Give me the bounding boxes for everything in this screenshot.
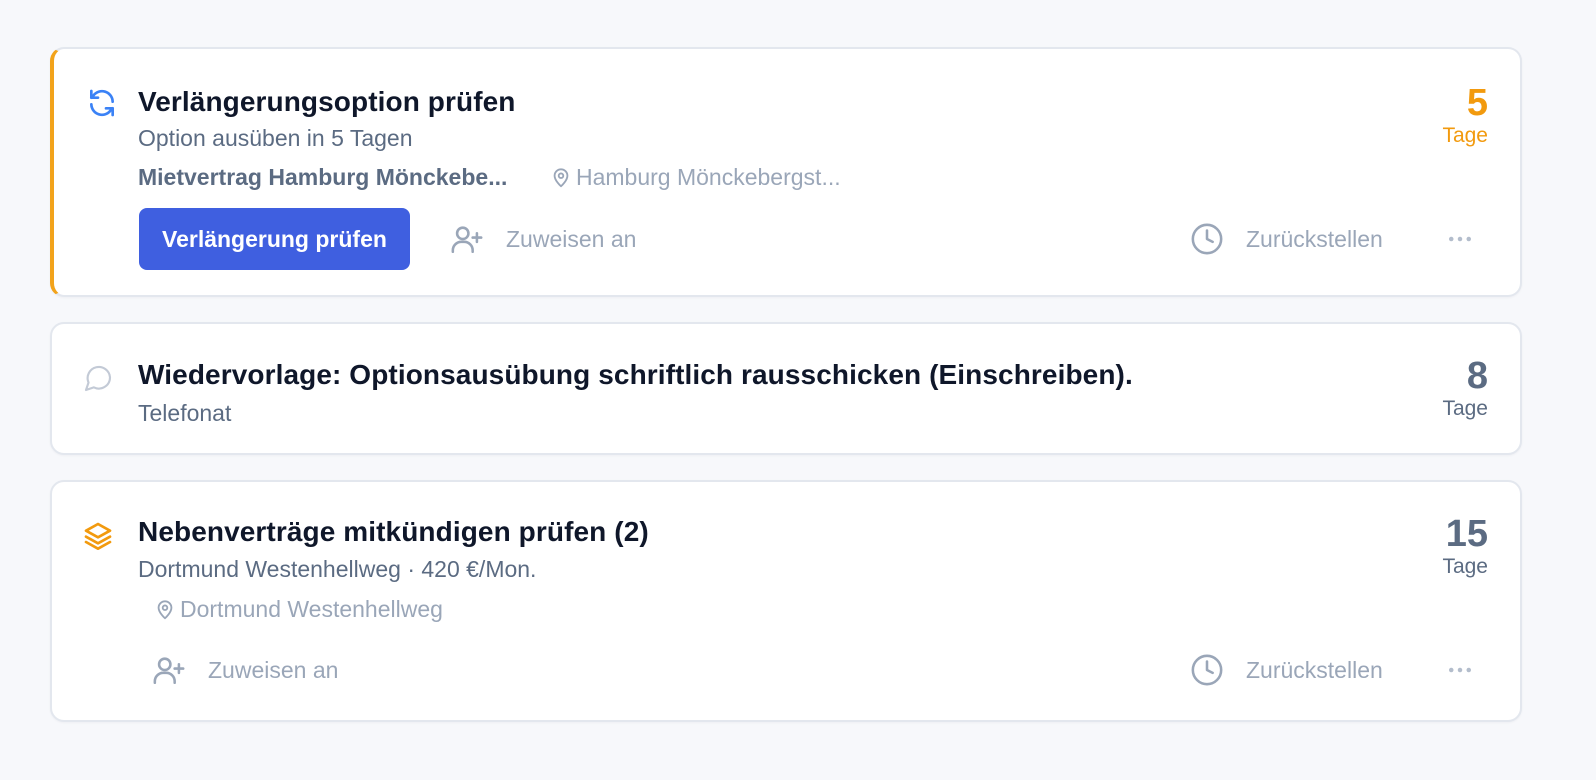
assign-button[interactable]: Zuweisen an <box>450 222 636 256</box>
task-subtitle: Option ausüben in 5 Tagen <box>138 125 413 151</box>
location-label: Hamburg Mönckebergst... <box>576 164 841 190</box>
location-label: Dortmund Westenhellweg <box>180 596 443 622</box>
more-horizontal-icon <box>1449 236 1471 242</box>
task-title[interactable]: Wiedervorlage: Optionsausübung schriftli… <box>138 359 1133 391</box>
days-count: 15 <box>1445 513 1488 555</box>
map-pin-icon <box>553 167 569 187</box>
snooze-button[interactable]: Zurückstellen <box>1190 653 1383 687</box>
check-renewal-button[interactable]: Verlängerung prüfen <box>139 208 410 270</box>
refresh-icon <box>86 87 118 119</box>
contract-link[interactable]: Mietvertrag Hamburg Mönckebe... <box>138 164 507 191</box>
user-plus-icon <box>153 657 185 685</box>
days-count: 5 <box>1466 82 1488 124</box>
more-horizontal-icon <box>1449 667 1471 673</box>
more-options-button[interactable] <box>1445 655 1475 685</box>
task-subtitle: Dortmund Westenhellweg · 420 €/Mon. <box>138 556 537 582</box>
days-remaining: 8 Tage <box>1442 356 1488 422</box>
chat-bubble-icon <box>82 362 114 394</box>
task-subtitle: Telefonat <box>138 400 232 426</box>
task-list: Verlängerungsoption prüfen Option ausübe… <box>50 47 1522 747</box>
days-unit: Tage <box>1442 397 1488 420</box>
task-card-follow-up[interactable]: Wiedervorlage: Optionsausübung schriftli… <box>50 322 1522 455</box>
map-pin-icon <box>157 599 173 619</box>
clock-icon <box>1191 654 1223 686</box>
layers-icon <box>82 520 114 552</box>
days-remaining: 15 Tage <box>1442 514 1488 580</box>
assign-label: Zuweisen an <box>208 656 339 683</box>
days-unit: Tage <box>1442 555 1488 578</box>
snooze-button[interactable]: Zurückstellen <box>1190 222 1383 256</box>
days-unit: Tage <box>1442 124 1488 147</box>
location-meta: Hamburg Mönckebergst... <box>550 164 841 191</box>
days-count: 8 <box>1466 355 1488 397</box>
task-card-side-contracts[interactable]: Nebenverträge mitkündigen prüfen (2) Dor… <box>50 480 1522 722</box>
task-title[interactable]: Nebenverträge mitkündigen prüfen (2) <box>138 516 649 548</box>
location-meta: Dortmund Westenhellweg <box>154 596 443 623</box>
clock-icon <box>1191 223 1223 255</box>
assign-button[interactable]: Zuweisen an <box>152 653 338 687</box>
user-plus-icon <box>451 226 483 254</box>
task-title[interactable]: Verlängerungsoption prüfen <box>138 86 516 118</box>
assign-label: Zuweisen an <box>506 225 637 252</box>
snooze-label: Zurückstellen <box>1246 656 1383 683</box>
task-card-renewal-option[interactable]: Verlängerungsoption prüfen Option ausübe… <box>50 47 1522 297</box>
snooze-label: Zurückstellen <box>1246 225 1383 252</box>
more-options-button[interactable] <box>1445 224 1475 254</box>
days-remaining: 5 Tage <box>1442 83 1488 149</box>
